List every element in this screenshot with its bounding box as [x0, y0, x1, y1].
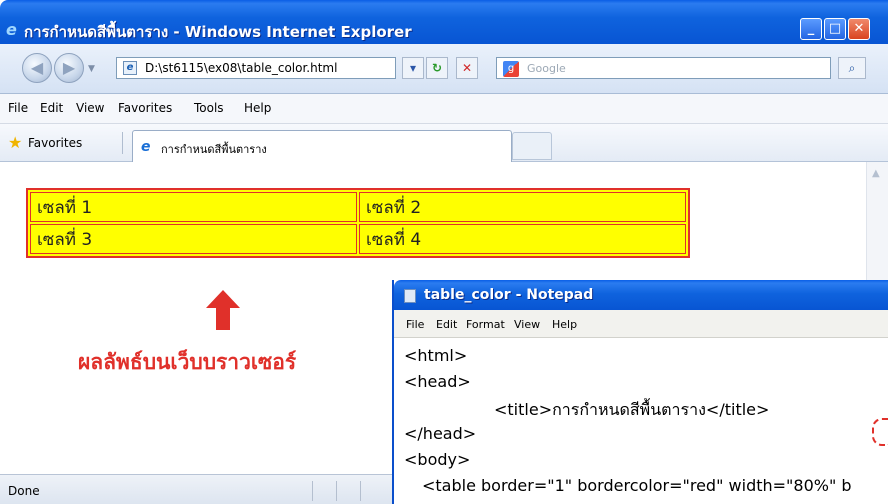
- history-dropdown-icon[interactable]: ▼: [88, 64, 95, 74]
- notepad-menu-file[interactable]: File: [406, 318, 424, 331]
- notepad-menu-view[interactable]: View: [514, 318, 540, 331]
- notepad-window: table_color - Notepad File Edit Format V…: [392, 280, 888, 504]
- menu-help[interactable]: Help: [244, 101, 271, 115]
- code-line: <head>: [404, 372, 471, 391]
- code-line: <body>: [404, 450, 471, 469]
- code-line: <table border="1" bordercolor="red" widt…: [422, 476, 852, 495]
- menu-edit[interactable]: Edit: [40, 101, 63, 115]
- table-row: เซลที่ 1 เซลที่ 2: [30, 192, 686, 222]
- ie-logo-icon: e: [6, 20, 17, 39]
- status-divider: [336, 481, 337, 501]
- menu-view[interactable]: View: [76, 101, 104, 115]
- status-divider: [312, 481, 313, 501]
- notepad-menu-help[interactable]: Help: [552, 318, 577, 331]
- minimize-button[interactable]: _: [800, 18, 822, 40]
- notepad-icon: [404, 289, 416, 303]
- address-toolbar: ◀ ▶ ▼ e D:\st6115\ex08\table_color.html …: [0, 44, 888, 94]
- new-tab-button[interactable]: [512, 132, 552, 160]
- code-line: <title>การกำหนดสีพื้นตาราง</title>: [494, 400, 770, 419]
- toolbar-divider: [122, 132, 123, 154]
- window-title: การกำหนดสีพื้นตาราง - Windows Internet E…: [24, 23, 412, 41]
- up-arrow-icon: [206, 290, 240, 330]
- menu-bar: File Edit View Favorites Tools Help: [0, 94, 888, 124]
- search-input[interactable]: g Google: [496, 57, 831, 79]
- notepad-titlebar[interactable]: table_color - Notepad: [394, 280, 888, 310]
- tab-ie-icon: e: [141, 139, 151, 155]
- status-divider: [360, 481, 361, 501]
- search-button[interactable]: ⌕: [838, 57, 866, 79]
- back-button[interactable]: ◀: [22, 53, 52, 83]
- tab-title: การกำหนดสีพื้นตาราง: [161, 143, 267, 156]
- forward-button[interactable]: ▶: [54, 53, 84, 83]
- code-line: <html>: [404, 346, 468, 365]
- tab-current[interactable]: e การกำหนดสีพื้นตาราง: [132, 130, 512, 162]
- status-text: Done: [8, 484, 40, 498]
- address-text: D:\st6115\ex08\table_color.html: [145, 61, 338, 75]
- scroll-up-icon[interactable]: ▲: [872, 168, 880, 179]
- table-cell: เซลที่ 2: [359, 192, 686, 222]
- close-button[interactable]: ✕: [848, 18, 870, 40]
- google-icon: g: [503, 61, 519, 77]
- browser-result-annotation: ผลลัพธ์บนเว็บบราวเซอร์: [78, 350, 297, 374]
- table-cell: เซลที่ 1: [30, 192, 357, 222]
- table-row: เซลที่ 3 เซลที่ 4: [30, 224, 686, 254]
- notepad-menu-edit[interactable]: Edit: [436, 318, 457, 331]
- page-icon: e: [123, 61, 137, 75]
- menu-file[interactable]: File: [8, 101, 28, 115]
- maximize-button[interactable]: □: [824, 18, 846, 40]
- menu-tools[interactable]: Tools: [194, 101, 224, 115]
- code-line: </head>: [404, 424, 477, 443]
- notepad-menu-bar: File Edit Format View Help: [394, 310, 888, 338]
- address-dropdown-button[interactable]: ▾: [402, 57, 424, 79]
- ie-titlebar[interactable]: e การกำหนดสีพื้นตาราง - Windows Internet…: [0, 0, 888, 44]
- favorites-star-icon[interactable]: ★: [8, 135, 22, 151]
- favorites-bar: ★ Favorites e การกำหนดสีพื้นตาราง: [0, 124, 888, 162]
- favorites-button[interactable]: Favorites: [28, 136, 82, 150]
- table-cell: เซลที่ 3: [30, 224, 357, 254]
- stop-button[interactable]: ✕: [456, 57, 478, 79]
- colored-table: เซลที่ 1 เซลที่ 2 เซลที่ 3 เซลที่ 4: [26, 188, 690, 258]
- table-cell: เซลที่ 4: [359, 224, 686, 254]
- notepad-menu-format[interactable]: Format: [466, 318, 505, 331]
- address-field[interactable]: e D:\st6115\ex08\table_color.html: [116, 57, 396, 79]
- menu-favorites[interactable]: Favorites: [118, 101, 172, 115]
- notepad-text-area[interactable]: <html> <head> <title>การกำหนดสีพื้นตาราง…: [394, 338, 888, 504]
- code-highlight-circle: [872, 418, 888, 446]
- search-placeholder: Google: [527, 62, 566, 75]
- notepad-title: table_color - Notepad: [424, 287, 594, 303]
- refresh-button[interactable]: ↻: [426, 57, 448, 79]
